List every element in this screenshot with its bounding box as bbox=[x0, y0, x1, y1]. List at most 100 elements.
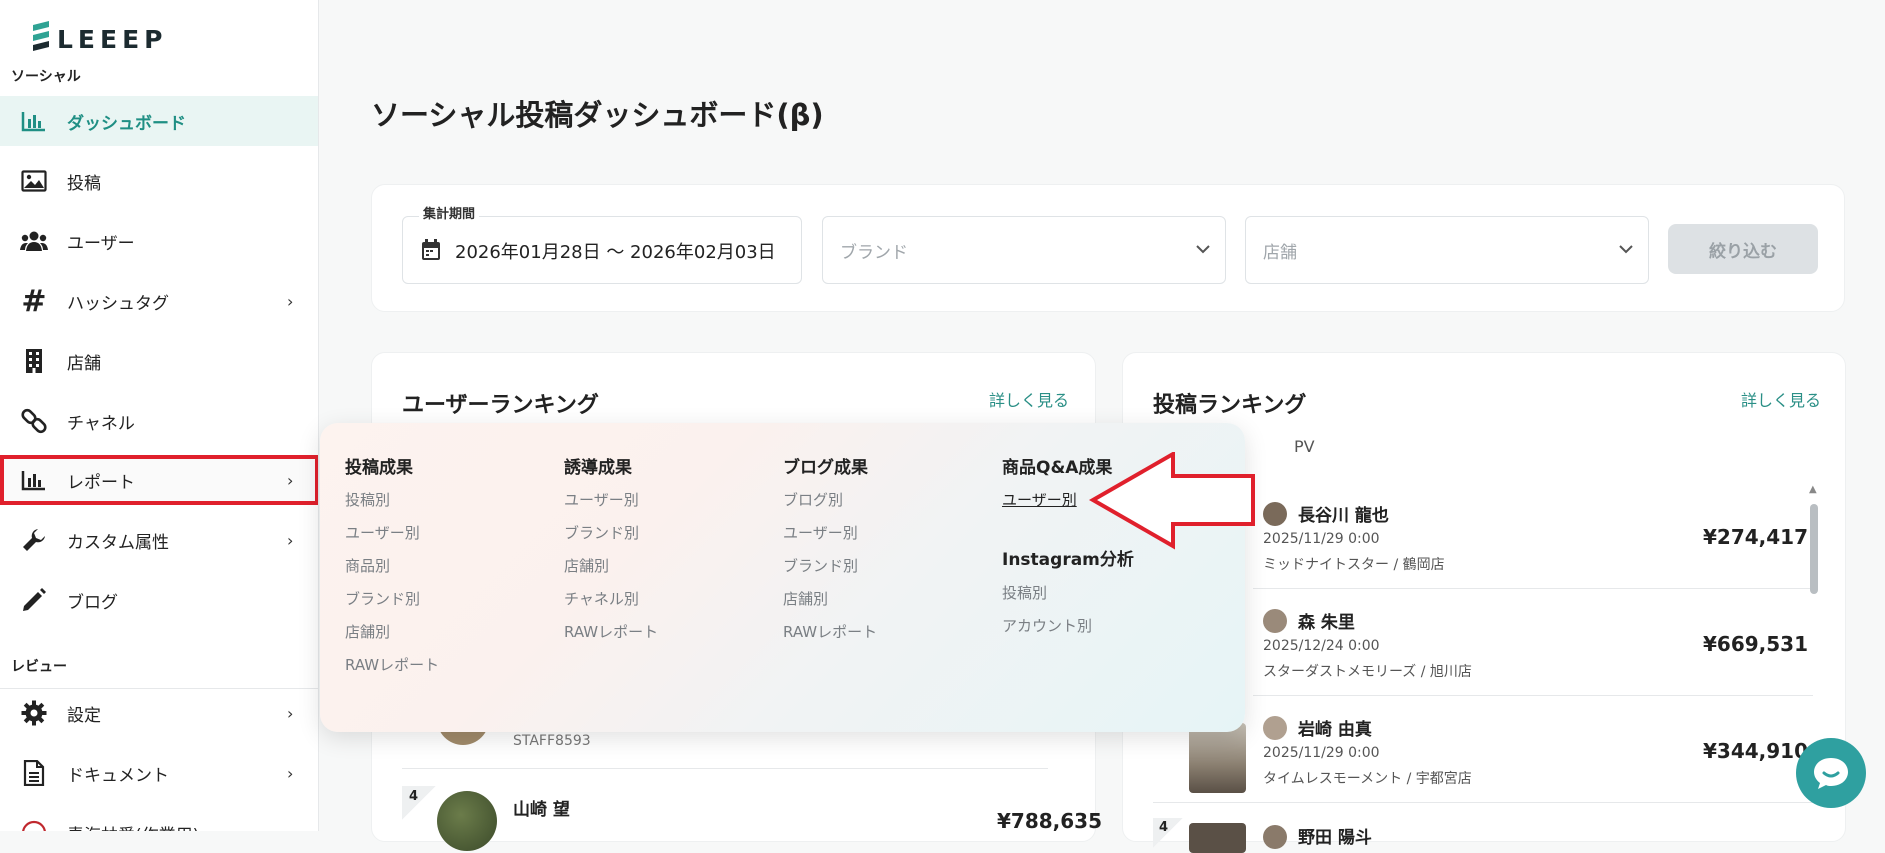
sidebar-item-label: 投稿 bbox=[67, 173, 101, 194]
period-value: 2026年01月28日 〜 2026年02月03日 bbox=[455, 242, 776, 263]
menu-column-blog: ブログ成果 bbox=[783, 453, 868, 478]
sidebar-item-label: 店舗 bbox=[67, 353, 101, 374]
post-date: 2025/11/29 0:00 bbox=[1263, 745, 1380, 761]
menu-link[interactable]: ブログ別 bbox=[783, 489, 843, 510]
menu-link[interactable]: アカウント別 bbox=[1002, 615, 1092, 636]
link-icon bbox=[19, 406, 49, 436]
menu-link[interactable]: 店舗別 bbox=[564, 555, 609, 576]
menu-link-qa-by-user[interactable]: ユーザー別 bbox=[1002, 489, 1077, 510]
gear-icon bbox=[19, 698, 49, 728]
menu-link[interactable]: ユーザー別 bbox=[783, 522, 858, 543]
store-select[interactable]: 店舗 bbox=[1245, 216, 1649, 284]
chat-button[interactable] bbox=[1796, 738, 1866, 808]
sidebar-item-blog[interactable]: ブログ bbox=[0, 575, 318, 625]
menu-link[interactable]: ブランド別 bbox=[564, 522, 639, 543]
post-value: ¥274,417 bbox=[1703, 525, 1809, 549]
post-user-name: 長谷川 龍也 bbox=[1298, 506, 1389, 526]
sidebar-item-dashboard[interactable]: ダッシュボード bbox=[0, 96, 318, 146]
sidebar-item-reports[interactable]: レポート › bbox=[0, 455, 318, 505]
menu-link[interactable]: RAWレポート bbox=[783, 621, 877, 642]
post-shop: ミッドナイトスター / 鶴岡店 bbox=[1263, 557, 1445, 573]
sidebar-item-label: カスタム属性 bbox=[67, 532, 169, 553]
sidebar-item-channels[interactable]: チャネル bbox=[0, 396, 318, 446]
post-date: 2025/12/24 0:00 bbox=[1263, 638, 1380, 654]
sidebar-item-settings[interactable]: 設定 › bbox=[0, 688, 318, 738]
sidebar-item-label: ブログ bbox=[67, 592, 118, 613]
sidebar-item-label: 青海林愛(作業用) bbox=[67, 821, 199, 832]
chevron-right-icon: › bbox=[287, 530, 294, 550]
sidebar-item-custom-attributes[interactable]: カスタム属性 › bbox=[0, 515, 318, 565]
store-placeholder: 店舗 bbox=[1263, 243, 1297, 263]
post-user-name: 岩崎 由真 bbox=[1298, 720, 1372, 740]
avatar bbox=[1263, 502, 1287, 526]
bar-chart-icon bbox=[19, 465, 49, 495]
user-value: ¥788,635 bbox=[997, 809, 1103, 833]
post-thumbnail[interactable] bbox=[1189, 723, 1246, 793]
post-thumbnail[interactable] bbox=[1189, 823, 1246, 853]
sidebar: LEEEP ソーシャル ダッシュボード 投稿 ユーザー # ハッシュタグ › 店… bbox=[0, 0, 319, 831]
brand-select[interactable]: ブランド bbox=[822, 216, 1226, 284]
sidebar-item-label: レポート bbox=[67, 472, 135, 493]
brand-placeholder: ブランド bbox=[840, 243, 908, 263]
menu-column-referral: 誘導成果 bbox=[564, 453, 632, 478]
menu-link[interactable]: 商品別 bbox=[345, 555, 390, 576]
user-ranking-more-link[interactable]: 詳しく見る bbox=[989, 387, 1069, 411]
post-date: 2025/11/29 0:00 bbox=[1263, 531, 1380, 547]
scroll-up-icon: ▲ bbox=[1809, 484, 1817, 495]
menu-heading: 誘導成果 bbox=[564, 458, 632, 478]
sidebar-item-posts[interactable]: 投稿 bbox=[0, 156, 318, 206]
sidebar-item-account[interactable]: 青海林愛(作業用) bbox=[0, 808, 318, 832]
page-title: ソーシャル投稿ダッシュボード(β) bbox=[371, 98, 824, 132]
period-field[interactable]: 集計期間 2026年01月28日 〜 2026年02月03日 bbox=[402, 203, 802, 284]
user-ranking-title: ユーザーランキング bbox=[402, 393, 599, 418]
wrench-icon bbox=[19, 525, 49, 555]
menu-link[interactable]: 投稿別 bbox=[345, 489, 390, 510]
annotation-arrow-icon bbox=[1088, 452, 1255, 550]
menu-link[interactable]: ブランド別 bbox=[345, 588, 420, 609]
post-shop: スターダストメモリーズ / 旭川店 bbox=[1263, 664, 1472, 680]
menu-link[interactable]: ユーザー別 bbox=[345, 522, 420, 543]
user-name: 山崎 望 bbox=[513, 800, 570, 820]
rank-badge: 4 bbox=[402, 786, 436, 820]
post-user-name: 野田 陽斗 bbox=[1298, 828, 1372, 848]
user-badge-icon bbox=[19, 818, 49, 831]
menu-link[interactable]: RAWレポート bbox=[564, 621, 658, 642]
menu-link[interactable]: 投稿別 bbox=[1002, 582, 1047, 603]
menu-link[interactable]: チャネル別 bbox=[564, 588, 639, 609]
scrollbar-thumb[interactable] bbox=[1810, 504, 1818, 594]
avatar bbox=[1263, 716, 1287, 740]
section-label-review: レビュー bbox=[11, 659, 67, 675]
filter-submit-button[interactable]: 絞り込む bbox=[1668, 224, 1818, 274]
period-label: 集計期間 bbox=[419, 203, 480, 222]
post-value: ¥669,531 bbox=[1703, 632, 1809, 656]
divider bbox=[402, 768, 1048, 769]
chevron-down-icon bbox=[1618, 239, 1634, 258]
sidebar-item-users[interactable]: ユーザー bbox=[0, 216, 318, 266]
chat-icon bbox=[1814, 758, 1848, 789]
logo[interactable]: LEEEP bbox=[29, 19, 168, 59]
rank-badge: 4 bbox=[1153, 818, 1183, 848]
avatar bbox=[1263, 609, 1287, 633]
divider bbox=[1253, 588, 1813, 589]
user-sub: STAFF8593 bbox=[513, 733, 591, 749]
logo-mark-icon bbox=[33, 21, 49, 51]
menu-link[interactable]: 店舗別 bbox=[345, 621, 390, 642]
menu-link[interactable]: RAWレポート bbox=[345, 654, 439, 675]
chevron-down-icon bbox=[1195, 239, 1211, 258]
menu-link[interactable]: ブランド別 bbox=[783, 555, 858, 576]
image-icon bbox=[19, 166, 49, 196]
chevron-right-icon: › bbox=[287, 703, 294, 723]
menu-link[interactable]: 店舗別 bbox=[783, 588, 828, 609]
hash-icon: # bbox=[21, 283, 47, 319]
logo-text: LEEEP bbox=[57, 24, 168, 54]
sidebar-item-documents[interactable]: ドキュメント › bbox=[0, 748, 318, 798]
section-label-social: ソーシャル bbox=[11, 69, 81, 85]
sidebar-item-label: ハッシュタグ bbox=[67, 293, 169, 314]
post-ranking-title: 投稿ランキング bbox=[1153, 393, 1307, 418]
sidebar-item-label: ユーザー bbox=[67, 233, 135, 254]
sidebar-item-hashtags[interactable]: # ハッシュタグ › bbox=[0, 276, 318, 326]
sidebar-item-label: チャネル bbox=[67, 413, 135, 434]
menu-link[interactable]: ユーザー別 bbox=[564, 489, 639, 510]
sidebar-item-stores[interactable]: 店舗 bbox=[0, 336, 318, 386]
post-ranking-more-link[interactable]: 詳しく見る bbox=[1741, 387, 1821, 411]
